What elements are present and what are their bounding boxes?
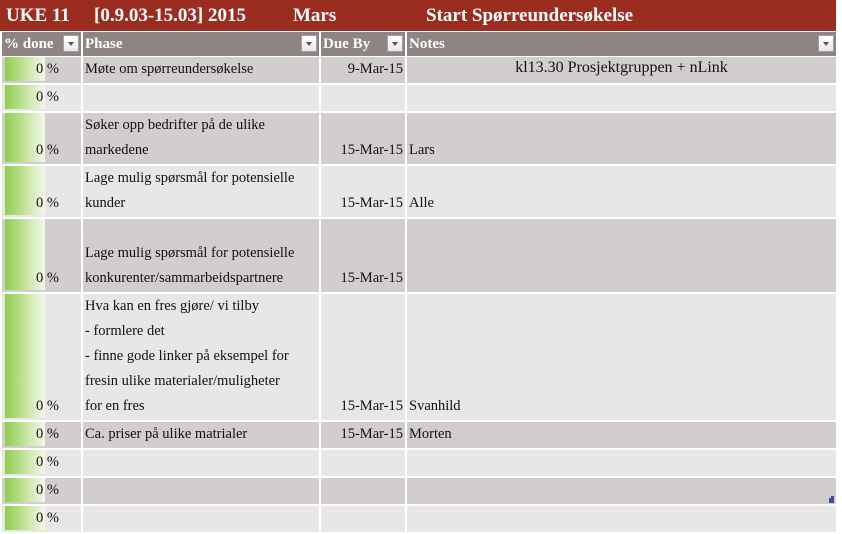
notes-cell[interactable]: Alle [406,165,836,219]
notes-cell[interactable] [406,84,836,113]
phase-text-line: Lage mulig spørsmål for potensielle [85,245,295,261]
phase-text-line: Lage mulig spørsmål for potensielle [85,170,295,186]
column-header-due-by[interactable]: Due By [320,32,407,57]
phase-cell[interactable]: Ca. priser på ulike matrialer [82,421,321,450]
due-by-cell[interactable] [320,505,407,534]
header-row: % done Phase Due By Notes [2,32,836,57]
percent-done-cell[interactable]: 0 % [2,505,83,534]
dropdown-arrow-icon[interactable] [818,35,834,52]
table-row[interactable]: 0 % [2,449,836,478]
phase-text-line: kunder [85,195,126,211]
table-row[interactable]: 0 % [2,477,836,506]
phase-cell[interactable]: Lage mulig spørsmål for potensielle kunde… [82,165,321,219]
percent-done-cell[interactable]: 0 % [2,477,83,506]
phase-text-line: markedene [85,142,149,158]
phase-cell[interactable]: Møte om spørreundersøkelse [82,56,321,85]
percent-done-cell[interactable]: 0 % [2,293,83,422]
percent-done-value: 0 % [36,398,59,414]
notes-cell[interactable]: Lars [406,112,836,166]
phase-cell[interactable]: Hva kan en fres gjøre/ vi tilby - formler… [82,293,321,422]
due-by-cell[interactable]: 15-Mar-15 [320,165,407,219]
table-resize-handle[interactable] [829,496,834,503]
percent-done-value: 0 % [36,89,59,105]
percent-done-cell[interactable]: 0 % [2,56,83,85]
column-header-phase[interactable]: Phase [82,32,321,57]
table-row[interactable]: 0 % Møte om spørreundersøkelse 9-Mar-15 kl1… [2,56,836,85]
percent-done-value: 0 % [36,482,59,498]
notes-cell[interactable]: Morten [406,421,836,450]
column-header-label: Due By [323,35,371,52]
notes-cell[interactable] [406,218,836,294]
phase-text-line: konkurenter/sammarbeidspartnere [85,270,284,286]
percent-done-cell[interactable]: 0 % [2,84,83,113]
table-row[interactable]: 0 % Lage mulig spørsmål for potensielle ku… [2,165,836,219]
percent-done-value: 0 % [36,195,59,211]
percent-done-cell[interactable]: 0 % [2,449,83,478]
phase-text-line: - formlere det [85,323,165,339]
due-by-cell[interactable]: 15-Mar-15 [320,112,407,166]
dropdown-arrow-icon[interactable] [63,35,79,52]
notes-cell[interactable]: Svanhild [406,293,836,422]
sheet-title-bar: UKE 11 [0.9.03-15.03] 2015 Mars Start Sp… [0,0,836,31]
phase-text-line: for en fres [85,398,145,414]
table-row[interactable]: 0 % Ca. priser på ulike matrialer 15-Mar-1… [2,421,836,450]
sheet-title: Start Spørreundersøkelse [426,5,634,26]
phase-text-line: Møte om spørreundersøkelse [85,61,254,77]
column-header-percent-done[interactable]: % done [2,32,83,57]
week-label: UKE 11 [6,5,70,26]
phase-text-line: fresin ulike materialer/muligheter [85,373,280,389]
table-body: 0 % Møte om spørreundersøkelse 9-Mar-15 kl1… [2,56,836,534]
percent-done-value: 0 % [36,270,59,286]
table-row[interactable]: 0 % [2,84,836,113]
percent-done-cell[interactable]: 0 % [2,421,83,450]
table-row[interactable]: 0 % Søker opp bedrifter på de ulike marked… [2,112,836,166]
due-by-cell[interactable] [320,449,407,478]
dropdown-arrow-icon[interactable] [387,35,403,52]
phase-cell[interactable] [82,477,321,506]
due-by-cell[interactable]: 9-Mar-15 [320,56,407,85]
table-row[interactable]: 0 % Lage mulig spørsmål for potensielle ko… [2,218,836,294]
dropdown-arrow-icon[interactable] [301,35,317,52]
month-label: Mars [293,5,337,26]
notes-cell[interactable] [406,505,836,534]
phase-text-line: Søker opp bedrifter på de ulike [85,117,265,133]
table-row[interactable]: 0 % Hva kan en fres gjøre/ vi tilby - form… [2,293,836,422]
notes-cell[interactable] [406,477,836,506]
percent-done-cell[interactable]: 0 % [2,165,83,219]
phase-cell[interactable] [82,505,321,534]
phase-cell[interactable]: Søker opp bedrifter på de ulike markedene [82,112,321,166]
phase-text-line: Hva kan en fres gjøre/ vi tilby [85,298,259,314]
percent-done-value: 0 % [36,454,59,470]
column-header-notes[interactable]: Notes [406,32,836,57]
column-header-label: % done [4,35,54,52]
due-by-cell[interactable]: 15-Mar-15 [320,421,407,450]
percent-done-value: 0 % [36,426,59,442]
percent-done-value: 0 % [36,61,59,77]
date-range-label: [0.9.03-15.03] 2015 [94,5,246,26]
percent-done-value: 0 % [36,142,59,158]
notes-cell[interactable] [406,449,836,478]
table-row[interactable]: 0 % [2,505,836,534]
phase-text-line: Ca. priser på ulike matrialer [85,426,248,442]
phase-cell[interactable] [82,449,321,478]
due-by-cell[interactable]: 15-Mar-15 [320,293,407,422]
percent-done-cell[interactable]: 0 % [2,218,83,294]
percent-done-value: 0 % [36,510,59,526]
due-by-cell[interactable] [320,477,407,506]
phase-cell[interactable]: Lage mulig spørsmål for potensielle konku… [82,218,321,294]
column-header-label: Phase [85,35,123,52]
task-table: % done Phase Due By Notes 0 % Møte om spø… [2,32,836,534]
phase-cell[interactable] [82,84,321,113]
due-by-cell[interactable] [320,84,407,113]
due-by-cell[interactable]: 15-Mar-15 [320,218,407,294]
notes-cell[interactable]: kl13.30 Prosjektgruppen + nLink [406,56,836,85]
phase-text-line: - finne gode linker på eksempel for [85,348,289,364]
column-header-label: Notes [409,35,445,52]
percent-done-cell[interactable]: 0 % [2,112,83,166]
